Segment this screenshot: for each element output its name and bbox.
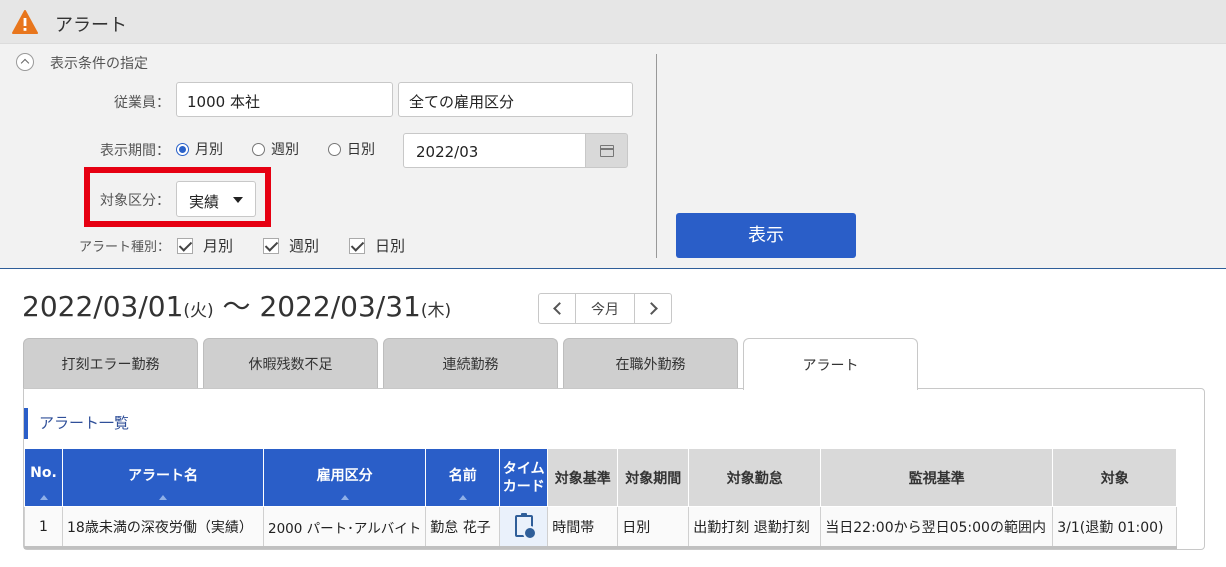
cell-name: 勤怠 花子 (425, 506, 501, 549)
tab-punch-error[interactable]: 打刻エラー勤務 (23, 338, 198, 389)
checkbox-checked-icon (263, 237, 279, 254)
conditions-panel: 表示条件の指定 従業員： 1000 本社 全ての雇用区分 表示期間： 月別 週別… (0, 44, 1226, 269)
column-header-basis: 対象基準 (547, 448, 619, 507)
tab-alert[interactable]: アラート (743, 338, 918, 390)
alert-type-weekly-checkbox[interactable]: 週別 (263, 235, 319, 256)
employment-type-field[interactable]: 全ての雇用区分 (398, 82, 633, 117)
checkbox-checked-icon (177, 237, 193, 254)
previous-month-button[interactable] (539, 294, 575, 323)
radio-unchecked-icon (252, 142, 265, 156)
employee-label: 従業員： (114, 95, 170, 111)
column-header-no[interactable]: No. (24, 448, 63, 507)
next-month-button[interactable] (635, 294, 671, 323)
period-label: 表示期間： (100, 143, 170, 159)
column-header-employment-type[interactable]: 雇用区分 (262, 448, 427, 507)
month-navigator: 今月 (538, 293, 672, 324)
period-radio-weekly[interactable]: 週別 (252, 139, 299, 159)
cell-alert-name: 18歳未満の深夜労働（実績） (62, 506, 264, 549)
alert-list-title: アラート一覧 (24, 408, 129, 439)
tab-consecutive-work[interactable]: 連続勤務 (383, 338, 558, 389)
period-radio-monthly[interactable]: 月別 (176, 139, 223, 159)
column-header-name[interactable]: 名前 (425, 448, 501, 507)
cell-no: 1 (24, 506, 63, 549)
column-header-monitor: 監視基準 (820, 448, 1054, 507)
this-month-button[interactable]: 今月 (575, 294, 635, 323)
radio-checked-icon (176, 142, 189, 156)
cell-basis: 時間帯 (547, 506, 619, 549)
column-header-timecard: タイム カード (499, 448, 549, 507)
sort-icon (340, 495, 349, 500)
calendar-icon (600, 145, 614, 157)
alert-type-daily-checkbox[interactable]: 日別 (349, 235, 405, 256)
sort-icon (458, 495, 467, 500)
sort-icon (39, 495, 48, 500)
column-header-target: 対象 (1052, 448, 1178, 507)
highlight-box (84, 167, 271, 227)
checkbox-checked-icon (349, 237, 365, 254)
tab-out-of-employment[interactable]: 在職外勤務 (563, 338, 738, 389)
conditions-title: 表示条件の指定 (50, 56, 148, 72)
calendar-button[interactable] (585, 133, 628, 168)
tab-leave-shortage[interactable]: 休暇残数不足 (203, 338, 378, 389)
warning-icon (12, 10, 38, 34)
month-input[interactable]: 2022/03 (403, 133, 586, 168)
cell-target: 3/1(退勤 01:00) (1052, 506, 1178, 549)
alert-type-label: アラート種別： (78, 240, 170, 255)
date-range-heading: 2022/03/01(火) 〜 2022/03/31(木) (22, 290, 452, 323)
radio-unchecked-icon (328, 142, 341, 156)
cell-monitor: 当日22:00から翌日05:00の範囲内 (820, 506, 1054, 549)
sort-icon (159, 495, 167, 500)
column-header-alert-name[interactable]: アラート名 (62, 448, 264, 507)
table-row[interactable]: 1 18歳未満の深夜労働（実績） 2000 パート･アルバイト 勤怠 花子 時間… (24, 506, 1178, 549)
clipboard-clock-icon[interactable] (514, 512, 537, 540)
cell-timecard[interactable] (499, 506, 549, 549)
chevron-right-icon (644, 302, 658, 315)
alert-type-monthly-checkbox[interactable]: 月別 (177, 235, 233, 256)
page-title: アラート (55, 15, 127, 36)
show-button[interactable]: 表示 (676, 213, 856, 258)
title-bar: アラート (0, 0, 1226, 44)
column-header-period: 対象期間 (617, 448, 690, 507)
employee-field[interactable]: 1000 本社 (176, 82, 393, 117)
alert-table: No. アラート名 雇用区分 名前 タイム カード 対象基準 対象期間 対象勤怠 … (24, 448, 1178, 549)
divider (656, 54, 657, 258)
collapse-chevron-up-icon[interactable] (16, 53, 34, 71)
cell-attendance: 出勤打刻 退勤打刻 (688, 506, 822, 549)
cell-employment-type: 2000 パート･アルバイト (262, 506, 427, 549)
chevron-left-icon (552, 302, 566, 315)
column-header-attendance: 対象勤怠 (688, 448, 822, 507)
cell-period: 日別 (617, 506, 690, 549)
period-radio-daily[interactable]: 日別 (328, 139, 375, 159)
